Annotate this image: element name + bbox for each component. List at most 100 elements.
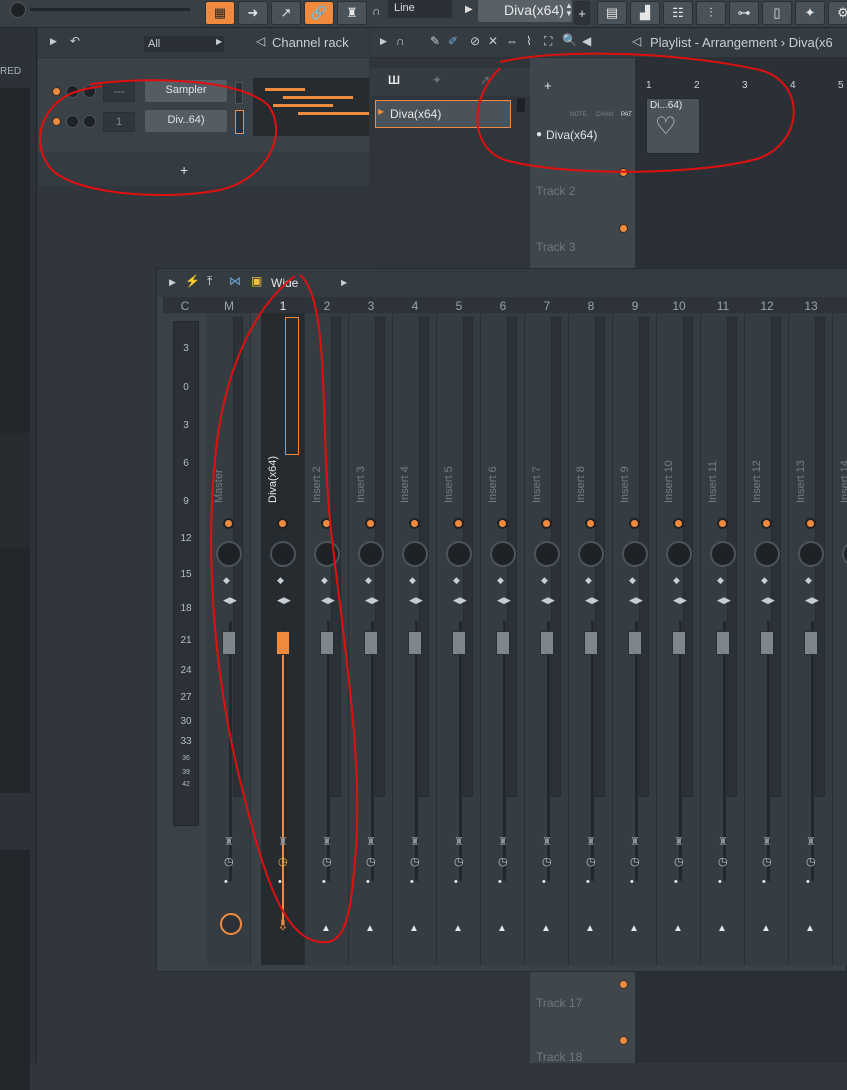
disk-record-icon[interactable]: ♜ — [278, 835, 288, 848]
menu-arrow-icon[interactable]: ▶ — [169, 277, 176, 288]
mixer-track-number[interactable]: M — [209, 299, 249, 313]
stereo-arrows-icon[interactable]: ◆ ◀▶ — [541, 575, 555, 605]
browser-window-button[interactable]: ⊶ — [729, 1, 759, 25]
slice-icon[interactable]: ⌇ — [526, 34, 532, 48]
strip-enable-led[interactable] — [453, 518, 464, 529]
mixer-track-number[interactable]: 2 — [307, 299, 347, 313]
track-mute-led[interactable] — [619, 980, 628, 989]
strip-enable-led[interactable] — [409, 518, 420, 529]
tab-chan[interactable]: CHAN — [596, 112, 613, 118]
stereo-arrows-icon[interactable]: ◆ ◀▶ — [223, 575, 237, 605]
strip-enable-led[interactable] — [585, 518, 596, 529]
mixer-strip[interactable]: Master ◆ ◀▶ ♜ ◷ • — [207, 313, 251, 965]
latency-clock-icon[interactable]: ◷ — [630, 855, 640, 868]
track-label[interactable]: Track 17 — [536, 996, 582, 1010]
channel-mixer-track[interactable]: --- — [103, 82, 135, 102]
picker-automation-icon[interactable]: ↗ — [480, 73, 490, 87]
stereo-arrows-icon[interactable]: ◆ ◀▶ — [805, 575, 819, 605]
disk-record-icon[interactable]: ♜ — [322, 835, 332, 848]
send-arrow-up-icon[interactable]: ▲ — [673, 923, 683, 934]
disk-record-icon[interactable]: ♜ — [630, 835, 640, 848]
send-arrow-down-icon[interactable]: ⇩ — [277, 917, 289, 934]
play-pattern-icon[interactable]: ▶ — [465, 4, 473, 15]
track-mute-led[interactable] — [619, 224, 628, 233]
strip-pan-knob[interactable] — [358, 541, 384, 567]
snap-select[interactable]: Line — [388, 0, 452, 18]
volume-fader[interactable] — [222, 631, 236, 655]
track-label[interactable]: Diva(x64) — [536, 128, 597, 142]
link-dot-icon[interactable]: • — [586, 876, 590, 888]
magnet-icon[interactable]: ∩ — [396, 34, 405, 48]
speaker-icon[interactable]: ◁ — [256, 34, 265, 48]
link-dot-icon[interactable]: • — [278, 876, 282, 888]
mixer-strip[interactable]: Insert 7 ◆ ◀▶ ♜ ◷ • ▲ — [525, 313, 569, 965]
pattern-picker-item[interactable]: Diva(x64) — [375, 100, 511, 128]
link-dot-icon[interactable]: • — [498, 876, 502, 888]
strip-pan-knob[interactable] — [534, 541, 560, 567]
strip-pan-knob[interactable] — [402, 541, 428, 567]
disk-record-icon[interactable]: ♜ — [762, 835, 772, 848]
strip-enable-led[interactable] — [365, 518, 376, 529]
menu-arrow-icon[interactable]: ▶ — [380, 36, 387, 47]
ruler-bar[interactable]: 2 — [694, 80, 700, 91]
strip-enable-led[interactable] — [761, 518, 772, 529]
mixer-strip[interactable]: Insert 9 ◆ ◀▶ ♜ ◷ • ▲ — [613, 313, 657, 965]
strip-pan-knob[interactable] — [216, 541, 242, 567]
link-dot-icon[interactable]: • — [718, 876, 722, 888]
tips-button[interactable]: ✦ — [795, 1, 825, 25]
mixer-strip[interactable]: Insert 6 ◆ ◀▶ ♜ ◷ • ▲ — [481, 313, 525, 965]
strip-pan-knob[interactable] — [710, 541, 736, 567]
volume-fader[interactable] — [760, 631, 774, 655]
send-arrow-up-icon[interactable]: ▲ — [453, 923, 463, 934]
wide-view-icon[interactable]: ⋈ — [229, 274, 241, 288]
mixer-strip[interactable]: Insert 4 ◆ ◀▶ ♜ ◷ • ▲ — [393, 313, 437, 965]
stereo-arrows-icon[interactable]: ◆ ◀▶ — [321, 575, 335, 605]
link-dot-icon[interactable]: • — [224, 876, 228, 888]
link-dot-icon[interactable]: • — [542, 876, 546, 888]
track-label[interactable]: Track 3 — [536, 240, 576, 254]
mixer-strip[interactable]: Insert 13 ◆ ◀▶ ♜ ◷ • ▲ — [789, 313, 833, 965]
add-channel-button[interactable]: + — [180, 162, 188, 178]
strip-enable-led[interactable] — [805, 518, 816, 529]
picker-scrollbar[interactable] — [517, 98, 525, 112]
mixer-strip[interactable]: Insert 14◆◀▶♜◷•▲ — [833, 313, 847, 965]
channel-mute-led[interactable] — [52, 117, 61, 126]
track-mute-led[interactable] — [619, 1036, 628, 1045]
mixer-layout-label[interactable]: Wide — [271, 276, 298, 290]
stereo-arrows-icon[interactable]: ◆ ◀▶ — [629, 575, 643, 605]
latency-clock-icon[interactable]: ◷ — [278, 855, 288, 868]
disk-record-icon[interactable]: ♜ — [498, 835, 508, 848]
channel-volume-knob[interactable] — [83, 115, 96, 128]
latency-clock-icon[interactable]: ◷ — [674, 855, 684, 868]
undo-icon[interactable]: ↶ — [70, 34, 80, 48]
latency-clock-icon[interactable]: ◷ — [410, 855, 420, 868]
strip-enable-led[interactable] — [673, 518, 684, 529]
channel-rack-window-button[interactable]: ☷ — [663, 1, 693, 25]
latency-clock-icon[interactable]: ◷ — [586, 855, 596, 868]
track-mute-led[interactable] — [619, 168, 628, 177]
channel-pan-knob[interactable] — [66, 85, 79, 98]
piano-roll-window-button[interactable]: ▟ — [630, 1, 660, 25]
mixer-strip[interactable]: Insert 3 ◆ ◀▶ ♜ ◷ • ▲ — [349, 313, 393, 965]
strip-pan-knob[interactable] — [578, 541, 604, 567]
volume-fader[interactable] — [364, 631, 378, 655]
volume-fader[interactable] — [320, 631, 334, 655]
volume-fader[interactable] — [496, 631, 510, 655]
mixer-strip[interactable]: Insert 10 ◆ ◀▶ ♜ ◷ • ▲ — [657, 313, 701, 965]
send-arrow-up-icon[interactable]: ▲ — [717, 923, 727, 934]
strip-enable-led[interactable] — [629, 518, 640, 529]
strip-pan-knob[interactable] — [666, 541, 692, 567]
latency-clock-icon[interactable]: ◷ — [718, 855, 728, 868]
tab-pat[interactable]: PAT — [621, 112, 632, 118]
strip-pan-knob[interactable] — [798, 541, 824, 567]
strip-enable-led[interactable] — [717, 518, 728, 529]
strip-enable-led[interactable] — [277, 518, 288, 529]
strip-pan-knob[interactable] — [842, 541, 847, 567]
send-arrow-up-icon[interactable]: ▲ — [629, 923, 639, 934]
mixer-strip[interactable]: Insert 11 ◆ ◀▶ ♜ ◷ • ▲ — [701, 313, 745, 965]
latency-clock-icon[interactable]: ◷ — [498, 855, 508, 868]
channel-select-indicator[interactable] — [235, 110, 244, 134]
strip-enable-led[interactable] — [497, 518, 508, 529]
strip-enable-led[interactable] — [541, 518, 552, 529]
pattern-clip[interactable]: Di...64) ♡ — [646, 98, 700, 154]
